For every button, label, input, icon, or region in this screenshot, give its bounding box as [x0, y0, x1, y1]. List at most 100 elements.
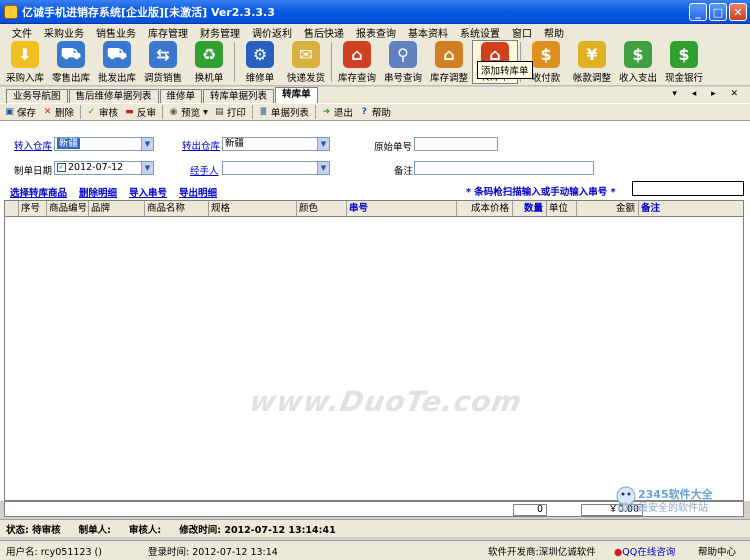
tab-controls[interactable]: ▾ ◂ ▸ ✕ — [672, 89, 744, 99]
window-title: 亿诚手机进销存系统[企业版][未激活] Ver2.3.3.3 — [22, 5, 275, 19]
handler-select[interactable]: ▼ — [222, 161, 330, 175]
serial-scan-input[interactable] — [632, 181, 744, 196]
action-label: 审核 — [99, 108, 119, 119]
chevron-down-icon[interactable]: ▼ — [141, 138, 153, 150]
tab-business-nav[interactable]: 业务导航图 — [6, 89, 68, 103]
toolbar-button-retail-cart[interactable]: ⛟ 零售出库 — [48, 40, 94, 84]
delete-detail-link[interactable]: 删除明细 — [79, 185, 117, 199]
toolbar-button-dollar[interactable]: $ 现金银行 — [661, 40, 707, 84]
toolbar-button-stock-adjust[interactable]: ⌂ 库存调整 — [426, 40, 472, 84]
export-detail-link[interactable]: 导出明细 — [179, 185, 217, 199]
out-warehouse-select[interactable]: 新疆 ▼ — [222, 137, 330, 151]
select-products-link[interactable]: 选择转库商品 — [10, 185, 67, 199]
menu-help[interactable]: 帮助 — [538, 25, 570, 40]
col-header-amount[interactable]: 金额 — [577, 201, 639, 216]
orig-no-input[interactable] — [414, 137, 498, 151]
envelope-icon: ✉ — [292, 41, 320, 68]
toolbar-label: 换机单 — [194, 73, 224, 84]
col-header-qty[interactable]: 数量 — [513, 201, 547, 216]
menu-settings[interactable]: 系统设置 — [454, 25, 506, 40]
date-picker[interactable]: ✓ 2012-07-12 ▼ — [54, 161, 154, 175]
print-icon: ▤ — [215, 107, 224, 117]
toolbar-button-transfer-sale[interactable]: ⇆ 调货销售 — [140, 40, 186, 84]
main-toolbar: ⬇ 采购入库 ⛟ 零售出库 ⛟ 批发出库 ⇆ 调货销售 ♻ 换机单 ⚙ 维修单 ✉ 快递发货 ⌂ 库存查询 ⚲ 串… — [0, 40, 750, 86]
in-warehouse-select[interactable]: 新疆 ▼ — [54, 137, 154, 151]
col-header-serial[interactable]: 串号 — [347, 201, 457, 216]
menu-window[interactable]: 窗口 — [506, 25, 538, 40]
help-center-link[interactable]: 帮助中心 — [698, 544, 736, 558]
chevron-down-icon[interactable]: ▾ — [203, 107, 208, 118]
col-header-remark[interactable]: 备注 — [639, 201, 743, 216]
col-header-brand[interactable]: 品牌 — [89, 201, 145, 216]
action-preview-button[interactable]: ◉ 预览 ▾ — [168, 105, 208, 120]
remark-input[interactable] — [414, 161, 594, 175]
col-header-color[interactable]: 颜色 — [297, 201, 347, 216]
out-warehouse-label[interactable]: 转出仓库 — [182, 138, 220, 152]
toolbar-button-wholesale-cart[interactable]: ⛟ 批发出库 — [94, 40, 140, 84]
tab-repair-order[interactable]: 维修单 — [159, 89, 203, 103]
action-check-button[interactable]: ✓ 审核 — [86, 105, 118, 119]
qq-consult-link[interactable]: ●QQ在线咨询 — [614, 544, 675, 558]
toolbar-button-account-adjust[interactable]: ¥ 帐款调整 — [569, 40, 615, 84]
action-label: 单据列表 — [270, 108, 309, 119]
close-icon[interactable]: ✕ — [729, 3, 747, 21]
col-header-product-code[interactable]: 商品编号 — [47, 201, 89, 216]
maximize-icon[interactable]: □ — [709, 3, 727, 21]
tab-transfer-list[interactable]: 转库单据列表 — [203, 89, 275, 103]
chevron-down-icon[interactable]: ▼ — [141, 162, 153, 174]
action-list-button[interactable]: ≣ 单据列表 — [258, 105, 309, 119]
detail-grid[interactable]: 序号 商品编号 品牌 商品名称 规格 颜色 串号 成本价格 数量 单位 金额 备… — [4, 200, 744, 501]
action-help-button[interactable]: ? 帮助 — [359, 105, 391, 119]
col-header-index[interactable]: 序号 — [19, 201, 47, 216]
toolbar-separator — [331, 42, 332, 82]
preview-icon: ◉ — [169, 107, 178, 117]
handler-label[interactable]: 经手人 — [190, 163, 219, 177]
menu-basic-data[interactable]: 基本资料 — [402, 25, 454, 40]
col-header-cost[interactable]: 成本价格 — [457, 201, 513, 216]
action-save-button[interactable]: ▣ 保存 — [4, 105, 36, 119]
transfer-sale-icon: ⇆ — [149, 41, 177, 68]
list-icon: ≣ — [259, 107, 268, 117]
col-header-unit[interactable]: 单位 — [547, 201, 577, 216]
action-delete-button[interactable]: ✕ 删除 — [42, 105, 74, 119]
toolbar-button-magnifier[interactable]: ⚲ 串号查询 — [380, 40, 426, 84]
toolbar-button-house[interactable]: ⌂ 库存查询 — [334, 40, 380, 84]
status-login: 登录时间: 2012-07-12 13:14 — [148, 546, 278, 558]
chevron-down-icon[interactable]: ▼ — [317, 162, 329, 174]
toolbar-button-purchase-in[interactable]: ⬇ 采购入库 — [2, 40, 48, 84]
menu-sales[interactable]: 销售业务 — [90, 25, 142, 40]
in-warehouse-label[interactable]: 转入仓库 — [14, 138, 52, 152]
tooltip: 添加转库单 — [477, 61, 533, 79]
menu-inventory[interactable]: 库存管理 — [142, 25, 194, 40]
menu-purchase[interactable]: 采购业务 — [38, 25, 90, 40]
window-controls: _ □ ✕ — [689, 3, 747, 21]
menu-finance[interactable]: 财务管理 — [194, 25, 246, 40]
detail-links: 选择转库商品 删除明细 导入串号 导出明细 — [10, 185, 217, 199]
toolbar-button-exchange[interactable]: ♻ 换机单 — [186, 40, 232, 84]
dollar-icon: $ — [670, 41, 698, 68]
tab-repair-list[interactable]: 售后维修单据列表 — [68, 89, 159, 103]
action-separator — [162, 105, 164, 119]
date-checkbox[interactable]: ✓ — [57, 163, 66, 172]
toolbar-label: 维修单 — [245, 73, 275, 84]
minimize-icon[interactable]: _ — [689, 3, 707, 21]
action-unaudit-button[interactable]: ▬ 反审 — [124, 105, 156, 119]
action-print-button[interactable]: ▤ 打印 — [214, 105, 246, 119]
menu-file[interactable]: 文件 — [6, 25, 38, 40]
menu-aftersales[interactable]: 售后快递 — [298, 25, 350, 40]
tab-transfer-order[interactable]: 转库单 — [275, 87, 318, 103]
action-exit-button[interactable]: ➜ 退出 — [321, 105, 353, 119]
toolbar-label: 零售出库 — [51, 73, 90, 84]
chevron-down-icon[interactable]: ▼ — [317, 138, 329, 150]
menu-reports[interactable]: 报表查询 — [350, 25, 402, 40]
import-serial-link[interactable]: 导入串号 — [129, 185, 167, 199]
menu-pricing[interactable]: 调价返利 — [246, 25, 298, 40]
toolbar-button-income-expense[interactable]: $ 收入支出 — [615, 40, 661, 84]
logo-slogan: 国内最安全的软件站 — [618, 501, 708, 514]
col-header-spec[interactable]: 规格 — [209, 201, 297, 216]
toolbar-button-envelope[interactable]: ✉ 快递发货 — [283, 40, 329, 84]
toolbar-button-repair[interactable]: ⚙ 维修单 — [237, 40, 283, 84]
purchase-in-icon: ⬇ — [11, 41, 39, 68]
action-label: 删除 — [55, 108, 75, 119]
col-header-product-name[interactable]: 商品名称 — [145, 201, 209, 216]
